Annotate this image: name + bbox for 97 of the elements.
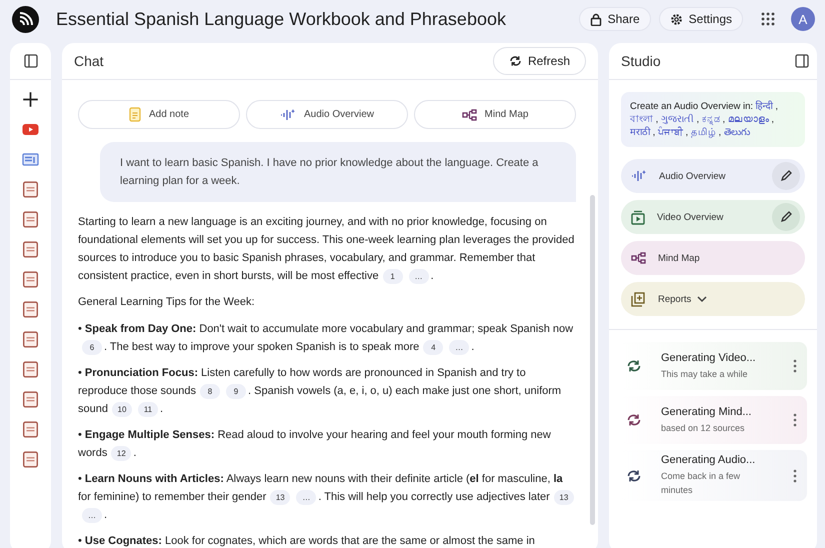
item-subtitle: This may take a while (661, 368, 749, 380)
pdf-file-icon[interactable] (22, 331, 39, 348)
panel-title: Studio (621, 53, 661, 69)
item-subtitle: Come back in a few minutes (661, 470, 742, 497)
plus-icon[interactable] (22, 91, 39, 108)
response-paragraph: Starting to learn a new language is an exciting journey, and with no prior knowledge, focusing on foundational elements will set you up for success. This one-week learning plan leverages the provided sources to introduce you to basic Spanish phrases, vocabulary, and grammar. Remember that consistent practice, even in short bursts, will be most effective 1 … . (78, 215, 576, 285)
pencil-icon (780, 211, 792, 223)
separator-comma: , (684, 127, 690, 138)
pdf-file-icon[interactable] (22, 391, 39, 408)
separator-comma: , (721, 114, 726, 125)
pdf-file-icon[interactable] (22, 301, 39, 318)
pdf-file-icon[interactable] (22, 421, 39, 438)
share-button[interactable]: Share (578, 7, 651, 31)
citation-chip[interactable]: 12 (111, 446, 132, 461)
refresh-icon (508, 55, 522, 67)
citation-chip[interactable]: … (82, 508, 102, 523)
edit-button[interactable] (772, 203, 800, 231)
tool-label: Audio Overview (659, 170, 727, 182)
chevron-down-icon (697, 296, 708, 302)
panel-toggle-icon (795, 54, 809, 68)
language-link[interactable]: বাংলা (630, 114, 653, 125)
audio-wave-icon (280, 108, 296, 122)
language-link[interactable]: ಕನ್ನಡ (702, 114, 720, 125)
response-paragraph: • Speak from Day One: Don't wait to accumulate more vocabulary and grammar; speak Spanish now 6 . The best way to improve your spoken Spanish is to speak more 4 … . (78, 322, 574, 356)
mind-map-icon (631, 252, 646, 264)
edit-button[interactable] (772, 162, 800, 190)
citation-chip[interactable]: 8 (200, 384, 220, 399)
notebook-title: Essential Spanish Language Workbook and Phrasebook (56, 8, 507, 30)
citation-chip[interactable]: … (408, 268, 429, 284)
citation-chip[interactable]: 13 (270, 490, 290, 505)
citation-chip[interactable]: 1 (382, 268, 403, 284)
apps-grid-icon (761, 12, 775, 26)
language-link[interactable]: ਪੰਜਾਬੀ (658, 127, 683, 138)
tool-label: Video Overview (657, 212, 724, 222)
pdf-file-icon[interactable] (22, 271, 39, 288)
citation-chip[interactable]: 4 (423, 340, 444, 355)
scrollbar[interactable] (590, 195, 595, 525)
video-screen-icon (631, 210, 645, 224)
citation-chip[interactable]: 6 (82, 340, 102, 355)
studio-tool-button[interactable]: Video Overview (621, 200, 805, 234)
reports-menu[interactable]: Reports (621, 282, 805, 316)
citation-chip[interactable]: 10 (112, 402, 132, 417)
pdf-file-icon[interactable] (22, 181, 39, 198)
add-note-button[interactable]: Add note (78, 100, 240, 129)
mind-map-icon (462, 108, 477, 120)
separator-comma: , (717, 127, 722, 138)
settings-icon (670, 12, 683, 26)
pencil-icon (780, 170, 792, 182)
item-title: Generating Video... (661, 352, 757, 364)
separator-comma: , (652, 127, 656, 138)
panel-title: Chat (74, 53, 104, 69)
citation-chip[interactable]: 11 (138, 402, 158, 417)
pdf-file-icon[interactable] (22, 361, 39, 378)
language-link[interactable]: ગુજરાતી (660, 114, 694, 125)
pdf-file-icon[interactable] (22, 211, 39, 228)
separator-comma: , (770, 114, 774, 125)
note-icon (128, 107, 141, 122)
response-paragraph: • Use Cognates: Look for cognates, which are words that are the same or almost the same in (78, 534, 536, 548)
pdf-file-icon[interactable] (22, 451, 39, 468)
lock-icon (590, 12, 602, 26)
user-avatar[interactable]: A (791, 7, 815, 31)
item-title: Generating Audio... (661, 454, 756, 466)
item-subtitle: based on 12 sources (661, 422, 746, 434)
separator-comma: , (696, 114, 700, 125)
settings-button[interactable]: Settings (658, 7, 743, 31)
studio-tool-button[interactable]: Audio Overview (621, 159, 805, 193)
citation-chip[interactable]: … (449, 340, 470, 355)
language-link[interactable]: मराठी (630, 127, 650, 138)
audio-wave-icon (631, 169, 647, 183)
response-paragraph: • Engage Multiple Senses: Read aloud to involve your hearing and feel your mouth forming new words 12 . (78, 428, 552, 462)
tool-label: Reports (658, 294, 692, 304)
language-link[interactable]: தமிழ் (690, 127, 716, 138)
banner-label: Create an Audio Overview in: (630, 101, 754, 112)
user-message: I want to learn basic Spanish. I have no prior knowledge about the language. Create a learning plan for a week. (100, 142, 576, 202)
signal-arcs-icon (18, 11, 34, 27)
citation-chip[interactable]: 9 (226, 384, 246, 399)
separator-comma: , (654, 114, 660, 125)
response-paragraph: • Learn Nouns with Articles: Always learn new nouns with their definite article (el for masculine, la for feminine) to remember their gender 13 … . This will help you correctly use adjectives later 13 … . (78, 470, 576, 524)
citation-chip[interactable]: … (296, 490, 316, 505)
tool-label: Mind Map (658, 252, 701, 264)
section-heading: General Learning Tips for the Week: (78, 295, 256, 310)
video-play-icon[interactable] (22, 121, 39, 138)
citation-chip[interactable]: 13 (554, 490, 574, 505)
separator-comma: , (774, 101, 778, 112)
studio-tool-button[interactable]: Mind Map (621, 241, 805, 275)
panel-toggle-icon (24, 54, 38, 68)
language-link[interactable]: हिन्दी (756, 101, 773, 112)
item-title: Generating Mind... (661, 406, 752, 418)
webpage-icon[interactable] (22, 151, 39, 168)
language-link[interactable]: తెలుగు (724, 127, 750, 138)
pdf-file-icon[interactable] (22, 241, 39, 258)
add-document-icon (631, 292, 646, 306)
language-link[interactable]: മലയാളം (728, 114, 769, 125)
response-paragraph: • Pronunciation Focus: Listen carefully to how words are pronounced in Spanish and try to reproduce those sounds 8 9 . Spanish vowels (a, e, i, o, u) each make just one short, uniform sound 10 11 . (78, 366, 562, 418)
audio-overview-button[interactable]: Audio Overview (246, 100, 408, 129)
mind-map-button[interactable]: Mind Map (414, 100, 576, 129)
refresh-button[interactable]: Refresh (492, 47, 586, 75)
